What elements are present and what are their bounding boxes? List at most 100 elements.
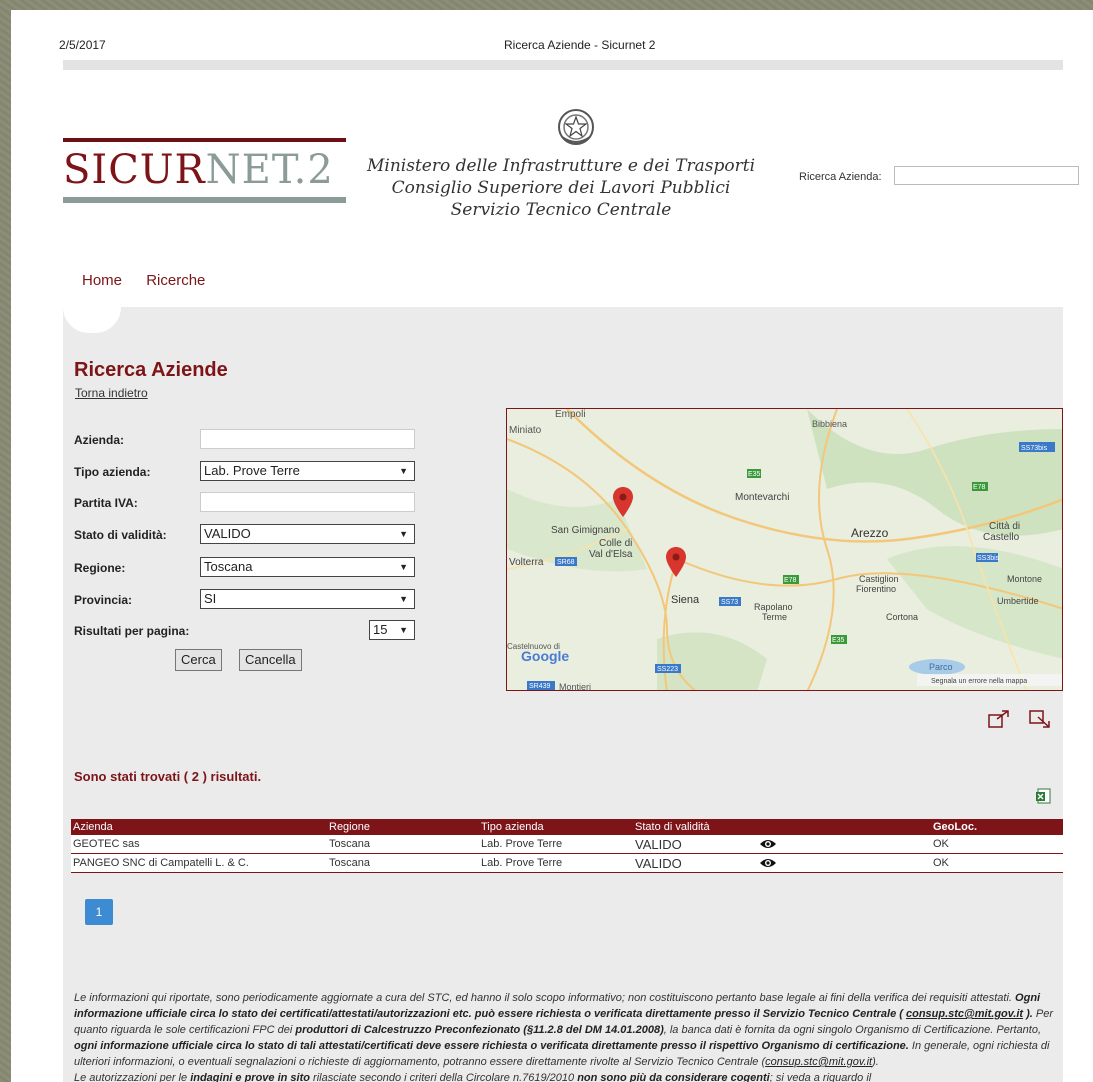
disclaimer-part: Le autorizzazioni per le (74, 1072, 191, 1082)
sicurnet-logo[interactable]: SICURNET.2 (63, 138, 348, 203)
cell-stato: VALIDO (633, 835, 757, 854)
map-label: SS73 (721, 599, 738, 606)
map-label: Segnala un errore nella mappa (931, 678, 1027, 685)
header-geoloc[interactable]: GeoLoc. (843, 819, 1063, 835)
risultati-label: Risultati per pagina: (74, 624, 190, 638)
page-title: Ricerca Aziende (74, 359, 228, 381)
print-title: Ricerca Aziende - Sicurnet 2 (504, 38, 656, 52)
disclaimer-part: ). (872, 1056, 879, 1068)
map-label: SR68 (557, 559, 575, 566)
map-label: Montevarchi (735, 492, 789, 503)
table-row: PANGEO SNC di Campatelli L. & C. Toscana… (71, 853, 1063, 873)
map-label: E78 (784, 577, 797, 584)
disclaimer-part: rilasciate secondo i criteri della Circo… (309, 1072, 578, 1082)
stato-validita-select[interactable]: VALIDO ▼ (200, 524, 415, 544)
disclaimer-bold: non sono più da considerare cogenti (577, 1072, 770, 1082)
ministry-line-3: Servizio Tecnico Centrale (450, 200, 672, 220)
table-header-row: Azienda Regione Tipo azienda Stato di va… (71, 819, 1063, 835)
map-label: SS73bis (1021, 445, 1048, 452)
map-label: Google (521, 648, 569, 664)
regione-label: Regione: (74, 561, 126, 575)
panel-tab-curve (63, 307, 121, 333)
stato-validita-value: VALIDO (204, 526, 251, 541)
regione-value: Toscana (204, 559, 253, 574)
table-row: GEOTEC sas Toscana Lab. Prove Terre VALI… (71, 835, 1063, 854)
cell-regione: Toscana (327, 835, 479, 854)
map-label: Siena (671, 594, 700, 606)
map-label: Castello (983, 532, 1020, 543)
main-nav: Home Ricerche (82, 272, 225, 289)
disclaimer-bold: ogni informazione ufficiale circa lo sta… (74, 1040, 909, 1052)
nav-ricerche[interactable]: Ricerche (146, 272, 205, 289)
map-label: E78 (973, 484, 986, 491)
pagination-page-1[interactable]: 1 (85, 899, 113, 925)
chevron-down-icon: ▼ (399, 529, 408, 539)
logo-text-part2: NET.2 (205, 147, 334, 193)
header-stato-validita[interactable]: Stato di validità (633, 819, 757, 835)
azienda-input[interactable] (200, 429, 415, 449)
map-label: SR439 (529, 683, 551, 690)
tipo-azienda-label: Tipo azienda: (74, 465, 151, 479)
printed-page: 2/5/2017 Ricerca Aziende - Sicurnet 2 SI… (11, 10, 1093, 1082)
map-label: Montone (1007, 574, 1042, 584)
map-label: Volterra (509, 557, 544, 568)
map-label: Val d'Elsa (589, 549, 633, 560)
map-label: Città di (989, 521, 1020, 532)
ministry-line-2: Consiglio Superiore dei Lavori Pubblici (391, 178, 731, 198)
map-shrink-icon[interactable] (1029, 710, 1051, 728)
map-label: Arezzo (851, 526, 889, 540)
regione-select[interactable]: Toscana ▼ (200, 557, 415, 577)
header-tipo-azienda[interactable]: Tipo azienda (479, 819, 633, 835)
map-label: Bibbiena (812, 419, 847, 429)
provincia-select[interactable]: SI ▼ (200, 589, 415, 609)
cell-azienda: GEOTEC sas (71, 835, 327, 854)
chevron-down-icon: ▼ (399, 625, 408, 635)
disclaimer-bold: ). (1023, 1008, 1033, 1020)
disclaimer-bold: produttori di Calcestruzzo Preconfeziona… (295, 1024, 664, 1036)
disclaimer-part: ; si veda a riguardo il (769, 1072, 872, 1082)
eye-icon[interactable] (759, 857, 777, 869)
top-bar (63, 60, 1063, 70)
cell-regione: Toscana (327, 853, 479, 873)
disclaimer-text: Le informazioni qui riportate, sono peri… (74, 990, 1054, 1082)
map-label: Rapolano (754, 602, 793, 612)
header-regione[interactable]: Regione (327, 819, 479, 835)
email-link[interactable]: consup.stc@mit.gov.it (765, 1056, 872, 1068)
header-azienda[interactable]: Azienda (71, 819, 327, 835)
map-label: Montieri (559, 682, 591, 691)
republic-emblem-icon (558, 109, 594, 145)
map-label: E35 (832, 637, 845, 644)
excel-export-icon[interactable] (1035, 788, 1051, 804)
map-label: San Gimignano (551, 525, 620, 536)
header-search-input[interactable] (894, 166, 1079, 185)
map-label: Cortona (886, 612, 918, 622)
cell-tipo: Lab. Prove Terre (479, 853, 633, 873)
nav-home[interactable]: Home (82, 272, 122, 289)
cell-geoloc: OK (843, 835, 1063, 854)
header-view (757, 819, 843, 835)
ministry-line-1: Ministero delle Infrastrutture e dei Tra… (366, 156, 756, 176)
eye-icon[interactable] (759, 838, 777, 850)
provincia-label: Provincia: (74, 593, 133, 607)
stato-validita-label: Stato di validità: (74, 528, 167, 542)
map-view[interactable]: Empoli Miniato Bibbiena SS73bis E35 E78 … (506, 408, 1063, 691)
cell-stato: VALIDO (633, 853, 757, 873)
results-summary: Sono stati trovati ( 2 ) risultati. (74, 769, 262, 784)
email-link[interactable]: consup.stc@mit.gov.it (906, 1008, 1023, 1020)
map-expand-icon[interactable] (988, 710, 1010, 728)
tipo-azienda-select[interactable]: Lab. Prove Terre ▼ (200, 461, 415, 481)
logo-bottom-bar (63, 197, 346, 203)
cancella-button[interactable]: Cancella (239, 649, 302, 671)
map-label: SS3bis (977, 555, 1000, 562)
map-label: Colle di (599, 538, 632, 549)
logo-text-part1: SICUR (63, 147, 206, 193)
chevron-down-icon: ▼ (399, 466, 408, 476)
cerca-button[interactable]: Cerca (175, 649, 222, 671)
map-label: Parco (929, 662, 953, 672)
back-link[interactable]: Torna indietro (75, 386, 148, 400)
print-date: 2/5/2017 (59, 38, 106, 52)
partita-iva-input[interactable] (200, 492, 415, 512)
cell-geoloc: OK (843, 853, 1063, 873)
risultati-select[interactable]: 15 ▼ (369, 620, 415, 640)
results-table: Azienda Regione Tipo azienda Stato di va… (71, 819, 1063, 873)
